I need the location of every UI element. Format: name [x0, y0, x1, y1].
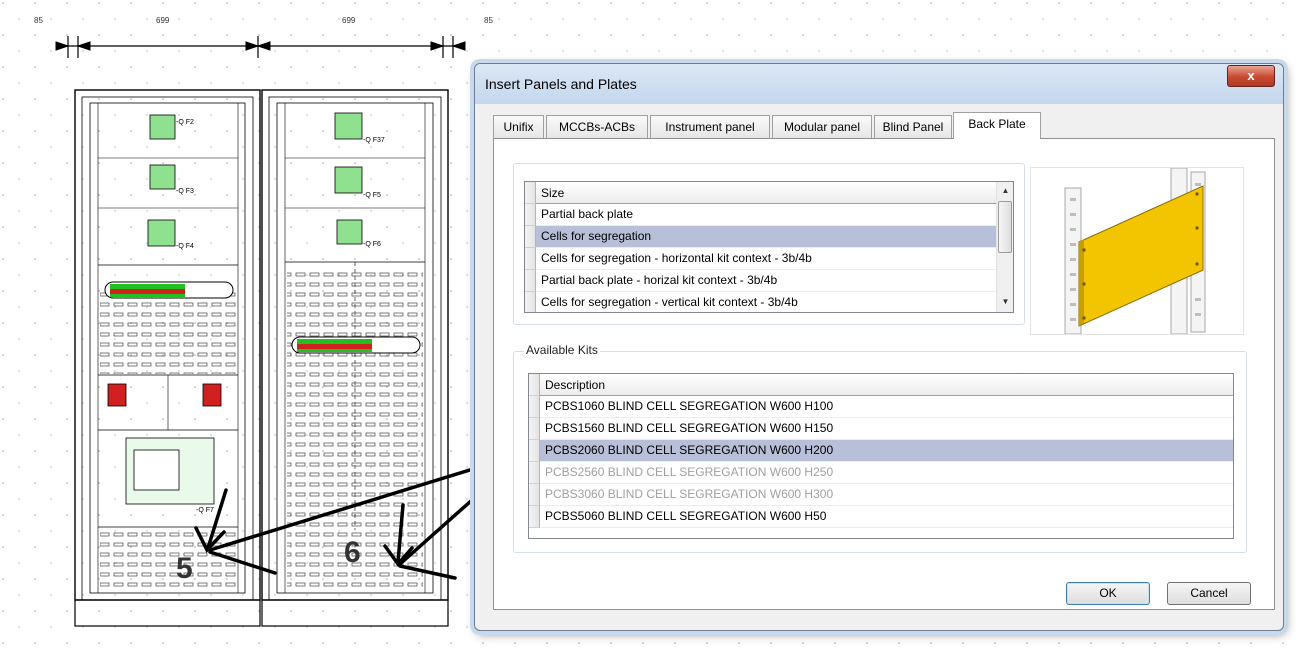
row-selector[interactable]	[525, 226, 536, 248]
tab-back-plate[interactable]: Back Plate	[953, 112, 1041, 139]
component-label: -Q F37	[363, 137, 385, 144]
busbar-left	[104, 281, 234, 299]
busbar-right	[291, 336, 421, 354]
kit-row-disabled: PCBS2560 BLIND CELL SEGREGATION W600 H25…	[540, 462, 1233, 484]
component-label: -Q F7	[196, 507, 214, 514]
dimension-label: 699	[156, 16, 170, 25]
available-kits-group: Available Kits Description PCBS1060 BLIN…	[513, 343, 1247, 553]
kit-row[interactable]: PCBS1060 BLIND CELL SEGREGATION W600 H10…	[540, 396, 1233, 418]
tab-blind-panel[interactable]: Blind Panel	[874, 115, 952, 138]
kit-row[interactable]: PCBS5060 BLIND CELL SEGREGATION W600 H50	[540, 506, 1233, 528]
description-column-header[interactable]: Description	[540, 374, 1233, 396]
scroll-up-icon[interactable]: ▲	[997, 182, 1013, 199]
tab-mccbs-acbs[interactable]: MCCBs-ACBs	[546, 115, 648, 138]
row-selector[interactable]	[525, 292, 536, 312]
component-label: -Q F6	[363, 241, 381, 248]
size-column-header[interactable]: Size	[536, 182, 996, 204]
size-grid[interactable]: Size Partial back plate Cells for segreg…	[524, 181, 1014, 313]
kit-row-selected[interactable]: PCBS2060 BLIND CELL SEGREGATION W600 H20…	[540, 440, 1233, 462]
tab-instrument-panel[interactable]: Instrument panel	[650, 115, 770, 138]
row-selector[interactable]	[525, 270, 536, 292]
dimension-label: 85	[34, 16, 43, 25]
cancel-button[interactable]: Cancel	[1167, 582, 1251, 605]
back-plate-tab-panel: Size Partial back plate Cells for segreg…	[493, 138, 1275, 610]
size-row[interactable]: Partial back plate - horizal kit context…	[536, 270, 996, 292]
row-selector[interactable]	[529, 506, 540, 528]
dialog-titlebar[interactable]: Insert Panels and Plates x	[475, 64, 1283, 104]
row-selector[interactable]	[529, 484, 540, 506]
size-grid-scrollbar[interactable]: ▲ ▼	[996, 182, 1013, 312]
size-row[interactable]: Partial back plate	[536, 204, 996, 226]
kits-grid[interactable]: Description PCBS1060 BLIND CELL SEGREGAT…	[528, 373, 1234, 539]
row-selector[interactable]	[529, 440, 540, 462]
dimension-label: 699	[342, 16, 356, 25]
kit-row[interactable]: PCBS1560 BLIND CELL SEGREGATION W600 H15…	[540, 418, 1233, 440]
size-row-selected[interactable]: Cells for segregation	[536, 226, 996, 248]
row-selector[interactable]	[529, 396, 540, 418]
perforated-plate	[100, 290, 236, 374]
close-icon: x	[1247, 68, 1255, 83]
component-label: -Q F5	[363, 192, 381, 199]
row-selector[interactable]	[525, 204, 536, 226]
dialog-title: Insert Panels and Plates	[485, 76, 637, 92]
row-selector-header	[525, 182, 536, 204]
ok-button[interactable]: OK	[1066, 582, 1150, 605]
dialog-content: Unifix MCCBs-ACBs Instrument panel Modul…	[483, 104, 1275, 622]
size-group: Size Partial back plate Cells for segreg…	[513, 163, 1025, 325]
scroll-down-icon[interactable]: ▼	[997, 293, 1013, 310]
tab-unifix[interactable]: Unifix	[493, 115, 544, 138]
callout-6: 6	[344, 536, 361, 569]
size-row[interactable]: Cells for segregation - vertical kit con…	[536, 292, 996, 312]
component-label: -Q F2	[176, 119, 194, 126]
row-selector-header	[529, 374, 540, 396]
row-selector[interactable]	[529, 462, 540, 484]
kit-row-disabled: PCBS3060 BLIND CELL SEGREGATION W600 H30…	[540, 484, 1233, 506]
close-button[interactable]: x	[1227, 65, 1275, 87]
callout-5: 5	[176, 552, 193, 585]
insert-panels-dialog: Insert Panels and Plates x Unifix MCCBs-…	[474, 63, 1284, 631]
back-plate-preview-image	[1030, 167, 1244, 335]
available-kits-label: Available Kits	[524, 343, 600, 357]
component-label: -Q F3	[176, 188, 194, 195]
row-selector[interactable]	[525, 248, 536, 270]
back-plate-icon	[1064, 167, 1206, 335]
tab-modular-panel[interactable]: Modular panel	[772, 115, 872, 138]
size-row[interactable]: Cells for segregation - horizontal kit c…	[536, 248, 996, 270]
row-selector[interactable]	[529, 418, 540, 440]
dimension-label: 85	[484, 16, 493, 25]
scroll-thumb[interactable]	[998, 201, 1012, 253]
component-label: -Q F4	[176, 243, 194, 250]
